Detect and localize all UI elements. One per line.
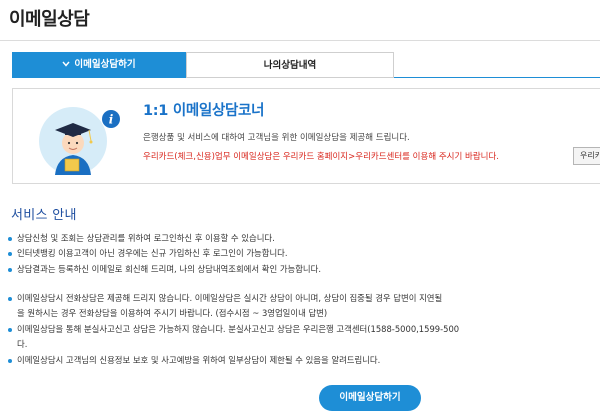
page-title: 이메일상담 [9, 9, 90, 30]
chevron-down-icon [62, 52, 70, 78]
list-item: 상담신청 및 조회는 상담관리를 위하여 로그인하신 후 이용할 수 있습니다. [8, 231, 600, 246]
email-consult-button[interactable]: 이메일상담하기 [319, 385, 421, 411]
list-item: 인터넷뱅킹 이용고객이 아닌 경우에는 신규 가입하신 후 로그인이 가능합니다… [8, 246, 600, 261]
tab-bar: 이메일상담하기 나의상담내역 [12, 52, 600, 78]
tab-email-consult[interactable]: 이메일상담하기 [12, 52, 186, 78]
service-guide-list-2: 이메일상담시 전화상담은 제공해 드리지 않습니다. 이메일상담은 실시간 상담… [8, 291, 600, 368]
tab-email-consult-label: 이메일상담하기 [74, 59, 136, 70]
card-notice: 우리카드(체크,신용)업무 이메일상담은 우리카드 홈페이지>우리카드센터를 이… [143, 152, 499, 162]
list-item: 이메일상담시 고객님의 신용정보 보호 및 사고예방을 위하여 일부상담이 제한… [8, 353, 600, 368]
intro-description: 은행상품 및 서비스에 대하여 고객님을 위한 이메일상담을 제공해 드립니다. [143, 133, 410, 143]
list-item-continuation: 다. [17, 339, 28, 350]
title-divider [0, 40, 600, 41]
intro-panel: i 1:1 이메일상담코너 은행상품 및 서비스에 대하여 고객님을 위한 이메… [12, 88, 600, 184]
tab-my-history-label: 나의상담내역 [263, 60, 317, 71]
list-item: 상담결과는 등록하신 이메일로 회신해 드리며, 나의 상담내역조회에서 확인 … [8, 262, 600, 277]
service-guide-list-1: 상담신청 및 조회는 상담관리를 위하여 로그인하신 후 이용할 수 있습니다.… [8, 231, 600, 277]
intro-title: 1:1 이메일상담코너 [143, 103, 265, 119]
list-item: 이메일상담을 통해 분실사고신고 상담은 가능하지 않습니다. 분실사고신고 상… [8, 322, 600, 337]
tab-bar-underline [394, 77, 600, 78]
list-item-continuation: 을 원하시는 경우 전화상담을 이용하여 주시기 바랍니다. (접수시점 ~ 3… [17, 308, 328, 319]
graduate-info-icon: i [35, 99, 135, 179]
list-item: 이메일상담시 전화상담은 제공해 드리지 않습니다. 이메일상담은 실시간 상담… [8, 291, 600, 306]
service-guide-title: 서비스 안내 [11, 208, 77, 223]
svg-text:i: i [109, 113, 114, 127]
woori-card-button[interactable]: 우리카드 [573, 147, 600, 165]
tab-my-history[interactable]: 나의상담내역 [186, 52, 394, 78]
